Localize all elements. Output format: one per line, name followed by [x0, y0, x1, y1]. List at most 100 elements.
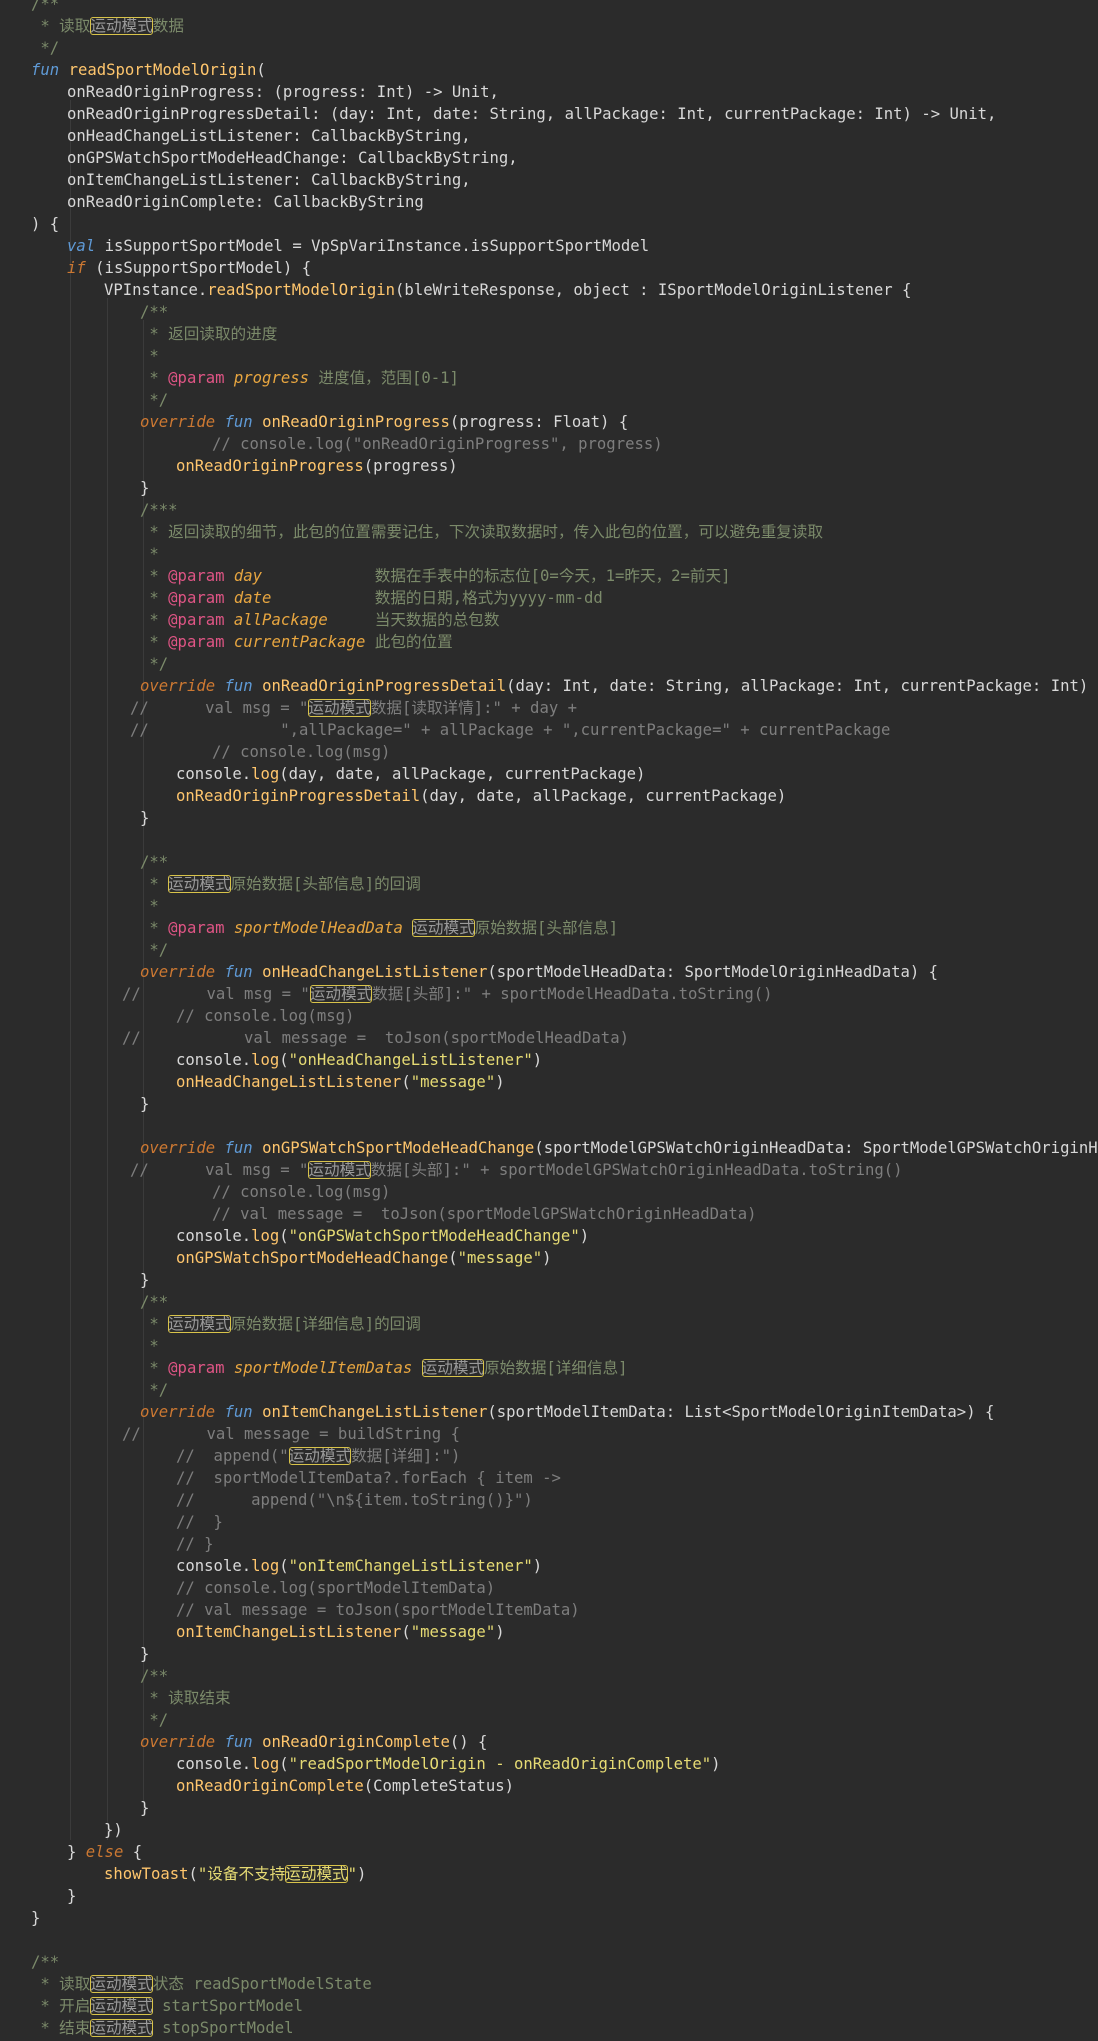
code-token: "readSportModelOrigin - onReadOriginComp… — [288, 1755, 712, 1773]
code-line[interactable]: // ",allPackage=" + allPackage + ",curre… — [130, 719, 890, 741]
code-line[interactable]: console.log("onGPSWatchSportModeHeadChan… — [176, 1225, 589, 1247]
code-line[interactable]: val isSupportSportModel = VpSpVariInstan… — [67, 235, 649, 257]
code-line[interactable]: * 读取运动模式状态 readSportModelState — [31, 1973, 372, 1995]
code-line[interactable]: * — [140, 345, 158, 367]
code-line[interactable]: * @param day 数据在手表中的标志位[0=今天，1=昨天，2=前天] — [140, 565, 730, 587]
code-line[interactable]: onReadOriginComplete: CallbackByString — [67, 191, 424, 213]
code-line[interactable]: } else { — [67, 1841, 142, 1863]
code-line[interactable]: * 运动模式原始数据[头部信息]的回调 — [140, 873, 421, 895]
code-line[interactable]: // console.log(msg) — [212, 1181, 390, 1203]
code-token: } — [31, 1909, 41, 1927]
code-line[interactable]: onItemChangeListListener("message") — [176, 1621, 505, 1643]
code-line[interactable]: if (isSupportSportModel) { — [67, 257, 311, 279]
code-line[interactable]: * 返回读取的细节，此包的位置需要记住，下次读取数据时，传入此包的位置，可以避免… — [140, 521, 823, 543]
code-line[interactable]: // } — [176, 1511, 223, 1533]
code-line[interactable]: * @param allPackage 当天数据的总包数 — [140, 609, 499, 631]
code-token: 此包的位置 — [374, 633, 453, 651]
code-line[interactable]: onReadOriginProgress: (progress: Int) ->… — [67, 81, 499, 103]
code-line[interactable]: } — [140, 1093, 149, 1115]
code-line[interactable]: * 读取运动模式数据 — [31, 15, 184, 37]
code-line[interactable]: onHeadChangeListListener: CallbackByStri… — [67, 125, 471, 147]
code-token: () { — [449, 1733, 488, 1751]
search-highlight: 运动模式 — [90, 2019, 153, 2037]
code-line[interactable]: * — [140, 543, 158, 565]
code-line[interactable]: * @param sportModelHeadData 运动模式原始数据[头部信… — [140, 917, 618, 939]
code-line[interactable]: // append("运动模式数据[详细]:") — [176, 1445, 460, 1467]
code-line[interactable]: onReadOriginProgress(progress) — [176, 455, 458, 477]
code-line[interactable]: onGPSWatchSportModeHeadChange("message") — [176, 1247, 552, 1269]
code-line[interactable]: * 运动模式原始数据[详细信息]的回调 — [140, 1313, 421, 1335]
code-line[interactable]: // console.log("onReadOriginProgress", p… — [212, 433, 663, 455]
code-token: VPInstance. — [104, 281, 208, 299]
code-line[interactable]: } — [31, 1907, 40, 1929]
code-line[interactable]: // val msg = "运动模式数据[头部]:" + sportModelH… — [122, 983, 773, 1005]
code-line[interactable]: // console.log(msg) — [212, 741, 390, 763]
code-line[interactable]: * 读取结束 — [140, 1687, 230, 1709]
code-line[interactable]: * @param sportModelItemDatas 运动模式原始数据[详细… — [140, 1357, 628, 1379]
code-line[interactable]: ) { — [31, 213, 59, 235]
code-line[interactable]: onGPSWatchSportModeHeadChange: CallbackB… — [67, 147, 518, 169]
code-line[interactable]: } — [140, 477, 149, 499]
code-line[interactable]: // sportModelItemData?.forEach { item -> — [176, 1467, 561, 1489]
code-line[interactable]: // val msg = "运动模式数据[头部]:" + sportModelG… — [130, 1159, 903, 1181]
code-line[interactable]: */ — [31, 37, 59, 59]
code-line[interactable]: console.log("readSportModelOrigin - onRe… — [176, 1753, 721, 1775]
code-line[interactable]: * 返回读取的进度 — [140, 323, 277, 345]
code-editor[interactable]: /** * 读取运动模式数据 */fun readSportModelOrigi… — [0, 0, 1098, 2041]
code-line[interactable]: // console.log(sportModelItemData) — [176, 1577, 495, 1599]
code-line[interactable]: */ — [140, 1379, 168, 1401]
code-line[interactable]: } — [140, 807, 149, 829]
code-line[interactable]: } — [140, 1797, 149, 1819]
code-line[interactable]: onReadOriginComplete(CompleteStatus) — [176, 1775, 514, 1797]
code-line[interactable]: /** — [31, 1951, 59, 1973]
code-line[interactable]: VPInstance.readSportModelOrigin(bleWrite… — [104, 279, 911, 301]
code-line[interactable]: * 开启运动模式 startSportModel — [31, 1995, 303, 2017]
code-token: 数据的日期,格式为yyyy-mm-dd — [374, 589, 603, 607]
code-line[interactable]: */ — [140, 389, 168, 411]
code-line[interactable]: // val msg = "运动模式数据[读取详情]:" + day + — [130, 697, 577, 719]
code-token: // val message = toJson(sportModelGPSWat… — [212, 1205, 757, 1223]
code-line[interactable]: console.log(day, date, allPackage, curre… — [176, 763, 645, 785]
code-line[interactable]: onReadOriginProgressDetail: (day: Int, d… — [67, 103, 996, 125]
code-line[interactable]: /** — [140, 1291, 168, 1313]
code-line[interactable]: // val message = buildString { — [122, 1423, 460, 1445]
code-line[interactable]: /*** — [140, 499, 178, 521]
code-line[interactable]: }) — [104, 1819, 123, 1841]
code-line[interactable]: /** — [31, 0, 59, 15]
code-line[interactable]: /** — [140, 301, 168, 323]
code-line[interactable]: /** — [140, 851, 168, 873]
code-line[interactable]: override fun onReadOriginComplete() { — [140, 1731, 487, 1753]
code-line[interactable]: // console.log(msg) — [176, 1005, 354, 1027]
code-line[interactable]: * — [140, 895, 158, 917]
code-line[interactable]: // append("\n${item.toString()}") — [176, 1489, 533, 1511]
code-line[interactable]: /** — [140, 1665, 168, 1687]
code-line[interactable]: // val message = toJson(sportModelGPSWat… — [212, 1203, 757, 1225]
code-line[interactable]: */ — [140, 939, 168, 961]
code-line[interactable]: * @param date 数据的日期,格式为yyyy-mm-dd — [140, 587, 603, 609]
code-line[interactable]: // val message = toJson(sportModelItemDa… — [176, 1599, 580, 1621]
code-line[interactable]: * @param progress 进度值，范围[0-1] — [140, 367, 459, 389]
code-line[interactable]: showToast("设备不支持运动模式") — [104, 1863, 366, 1885]
code-line[interactable]: * — [140, 1335, 158, 1357]
code-line[interactable]: override fun onReadOriginProgressDetail(… — [140, 675, 1098, 697]
code-line[interactable]: console.log("onItemChangeListListener") — [176, 1555, 542, 1577]
code-line[interactable]: } — [67, 1885, 76, 1907]
code-token: (bleWriteResponse, object : ISportModelO… — [395, 281, 912, 299]
code-line[interactable]: override fun onGPSWatchSportModeHeadChan… — [140, 1137, 1098, 1159]
code-line[interactable]: } — [140, 1269, 149, 1291]
code-line[interactable]: } — [140, 1643, 149, 1665]
code-line[interactable]: */ — [140, 1709, 168, 1731]
code-line[interactable]: */ — [140, 653, 168, 675]
code-line[interactable]: // } — [176, 1533, 214, 1555]
code-line[interactable]: onReadOriginProgressDetail(day, date, al… — [176, 785, 786, 807]
code-line[interactable]: fun readSportModelOrigin( — [31, 59, 266, 81]
code-line[interactable]: console.log("onHeadChangeListListener") — [176, 1049, 542, 1071]
code-line[interactable]: // val message = toJson(sportModelHeadDa… — [122, 1027, 629, 1049]
code-line[interactable]: onItemChangeListListener: CallbackByStri… — [67, 169, 471, 191]
code-line[interactable]: override fun onReadOriginProgress(progre… — [140, 411, 628, 433]
code-line[interactable]: override fun onHeadChangeListListener(sp… — [140, 961, 938, 983]
code-line[interactable]: * @param currentPackage 此包的位置 — [140, 631, 453, 653]
code-line[interactable]: override fun onItemChangeListListener(sp… — [140, 1401, 994, 1423]
code-line[interactable]: onHeadChangeListListener("message") — [176, 1071, 505, 1093]
code-line[interactable]: * 结束运动模式 stopSportModel — [31, 2017, 294, 2039]
